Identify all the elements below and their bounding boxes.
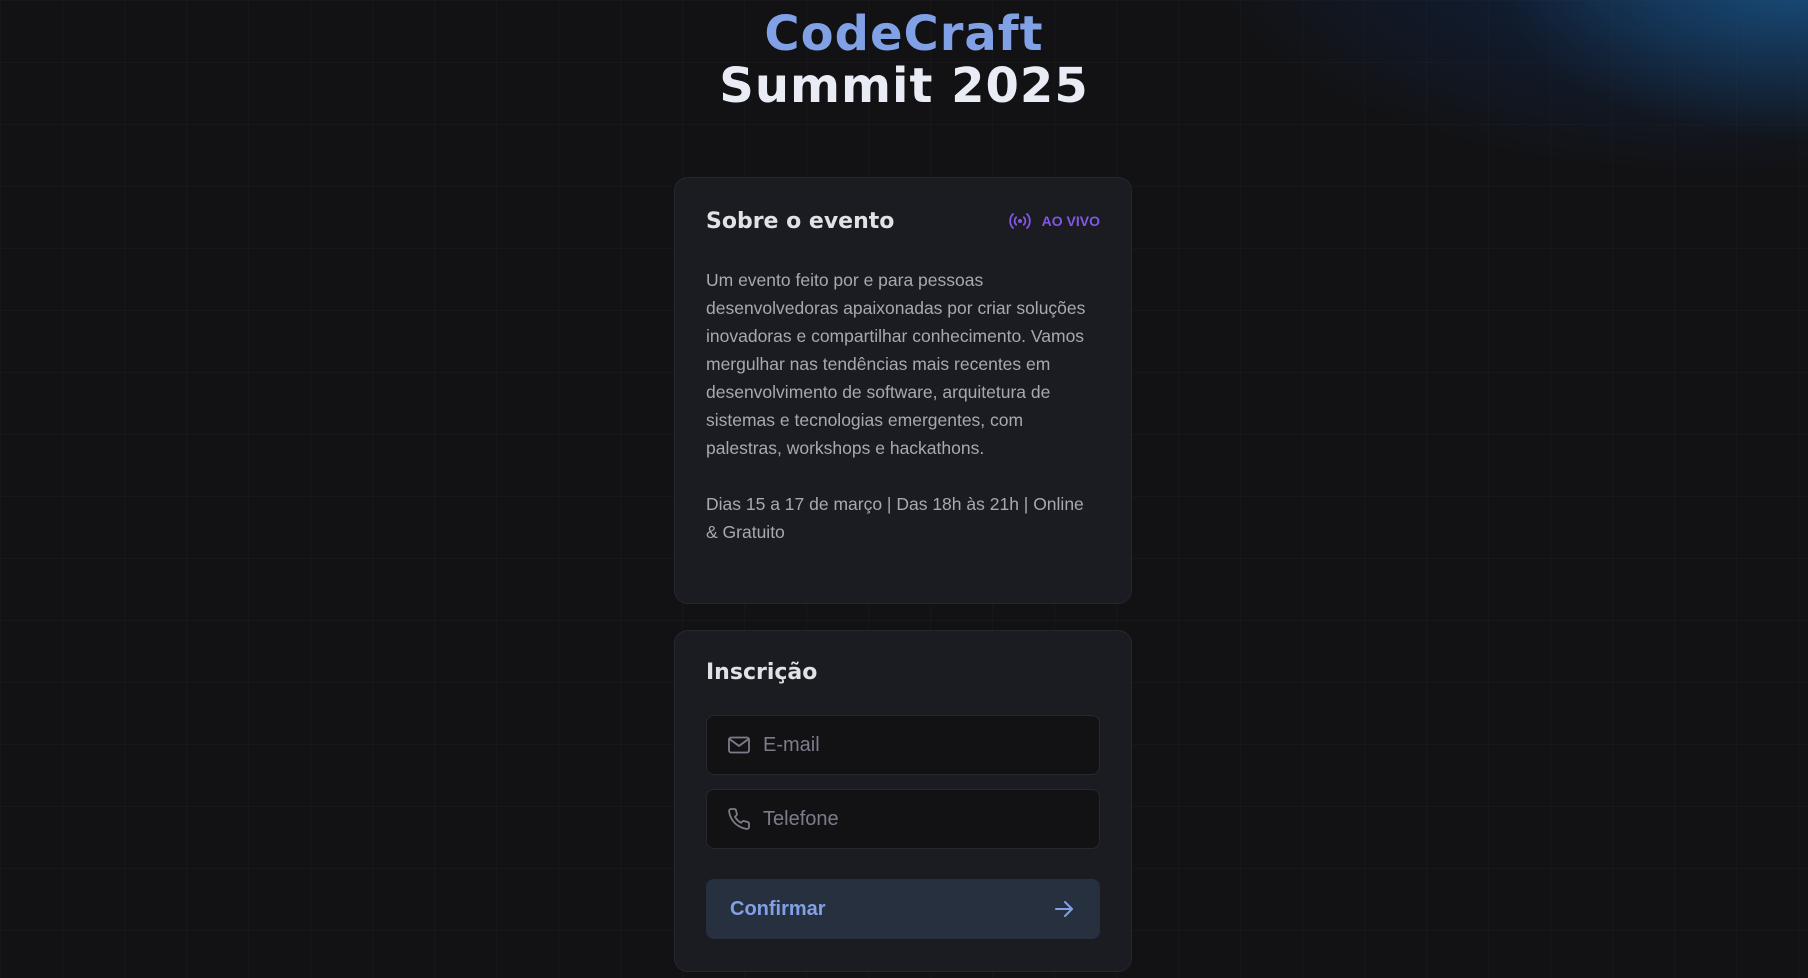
email-field[interactable] bbox=[706, 715, 1100, 775]
event-description: Um evento feito por e para pessoas desen… bbox=[706, 270, 1086, 458]
registration-card-header: Inscrição bbox=[706, 659, 1100, 685]
registration-card: Inscrição Confirmar bbox=[674, 630, 1132, 972]
about-title: Sobre o evento bbox=[706, 208, 895, 234]
radio-broadcast-icon bbox=[1008, 213, 1031, 229]
email-input[interactable] bbox=[763, 716, 1099, 774]
logo-title: CodeCraft bbox=[764, 6, 1044, 62]
event-logo: CodeCraft Summit 2025 bbox=[0, 8, 1808, 112]
event-schedule: Dias 15 a 17 de março | Das 18h às 21h |… bbox=[706, 494, 1084, 542]
arrow-right-icon bbox=[1055, 901, 1073, 917]
phone-icon bbox=[727, 807, 751, 831]
live-badge-label: AO VIVO bbox=[1041, 213, 1100, 229]
about-card: Sobre o evento AO VIVO Um evento feito p… bbox=[674, 177, 1132, 604]
confirm-button[interactable]: Confirmar bbox=[706, 879, 1100, 939]
live-badge: AO VIVO bbox=[1008, 211, 1100, 231]
page: CodeCraft Summit 2025 Sobre o evento AO … bbox=[0, 0, 1808, 978]
phone-input[interactable] bbox=[763, 790, 1099, 848]
about-card-header: Sobre o evento AO VIVO bbox=[706, 208, 1100, 234]
logo-subtitle: Summit 2025 bbox=[719, 58, 1089, 114]
mail-icon bbox=[727, 733, 751, 757]
phone-field[interactable] bbox=[706, 789, 1100, 849]
confirm-button-label: Confirmar bbox=[730, 897, 826, 920]
registration-title: Inscrição bbox=[706, 659, 818, 685]
